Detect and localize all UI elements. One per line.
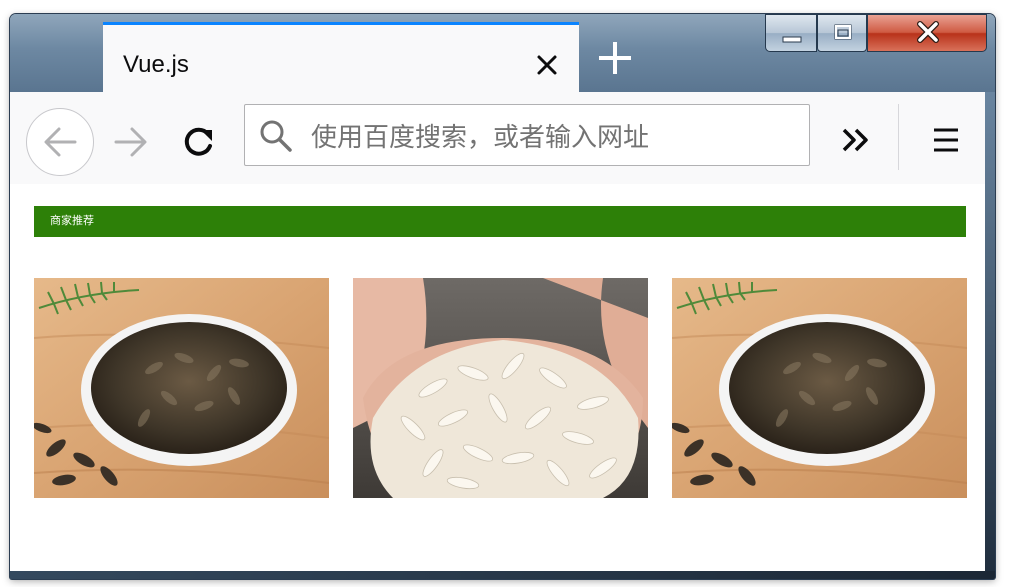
close-window-icon [917, 21, 939, 43]
screen: Vue.js 使用百度搜索，或者输入网址 商家推荐 [0, 0, 1009, 587]
maximize-button[interactable] [817, 14, 867, 52]
product-image-2[interactable] [353, 278, 648, 498]
search-icon [260, 120, 292, 152]
shelled-seeds-in-hands-image [353, 278, 648, 498]
page-content: 商家推荐 [10, 184, 985, 571]
reload-icon[interactable] [178, 122, 218, 162]
close-icon[interactable] [533, 51, 561, 79]
minimize-button[interactable] [765, 14, 817, 52]
window-border-right [985, 92, 995, 579]
browser-tab[interactable]: Vue.js [103, 22, 579, 92]
window-controls [765, 14, 987, 54]
recommend-banner: 商家推荐 [34, 206, 966, 237]
chevrons-right-icon[interactable] [836, 120, 876, 160]
sunflower-seeds-bowl-image [34, 278, 329, 498]
url-placeholder: 使用百度搜索，或者输入网址 [311, 122, 650, 152]
plus-icon[interactable] [595, 38, 635, 78]
back-button[interactable] [26, 108, 94, 176]
navigation-toolbar: 使用百度搜索，或者输入网址 [10, 92, 985, 184]
product-image-1[interactable] [34, 278, 329, 498]
tab-title: Vue.js [123, 51, 189, 78]
close-window-button[interactable] [867, 14, 987, 52]
arrow-right-icon[interactable] [110, 122, 150, 162]
sunflower-seeds-bowl-image [672, 278, 967, 498]
product-image-3[interactable] [672, 278, 967, 498]
minimize-icon [782, 36, 802, 43]
banner-title: 商家推荐 [50, 215, 94, 227]
toolbar-separator [898, 104, 899, 170]
browser-window: Vue.js 使用百度搜索，或者输入网址 商家推荐 [10, 14, 995, 579]
hamburger-menu-icon[interactable] [926, 120, 966, 160]
maximize-icon [834, 24, 852, 40]
url-bar[interactable]: 使用百度搜索，或者输入网址 [244, 104, 810, 166]
arrow-left-icon [44, 127, 77, 157]
window-border-bottom [10, 571, 995, 579]
